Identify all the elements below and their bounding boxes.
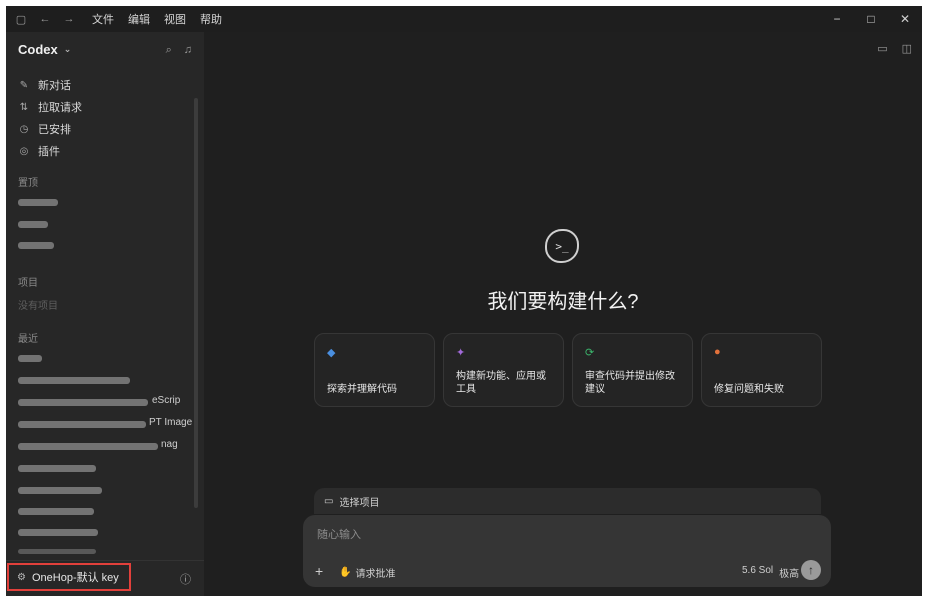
sidebar-item-label: 已安排 — [38, 124, 71, 136]
menu-file[interactable]: 文件 — [92, 11, 114, 27]
help-icon[interactable]: ⓘ — [180, 571, 191, 587]
sidebar-footer: ⚙ OneHop-默认 key ⓘ — [6, 560, 204, 596]
title-bar: ▢ ← → 文件 编辑 视图 帮助 − □ ✕ — [6, 6, 922, 32]
reasoning-effort: 极高 — [779, 569, 800, 580]
arrow-up-icon: ↑ — [808, 563, 814, 577]
section-label-recent: 最近 — [18, 334, 38, 345]
recent-item-trailing-text: nag — [161, 439, 178, 450]
recent-item-redacted[interactable] — [18, 549, 96, 554]
sidebar-item-label: 新对话 — [38, 80, 71, 92]
approval-mode-button[interactable]: ✋ 请求批准 — [339, 565, 395, 580]
section-label-projects: 项目 — [18, 278, 38, 289]
approval-mode-label: 请求批准 — [355, 569, 396, 580]
model-selector[interactable]: 5.6 Sol 极高 — [742, 565, 799, 580]
codex-logo-icon: >_ — [545, 229, 579, 263]
suggestion-card-fix[interactable]: ● 修复问题和失败 — [701, 333, 822, 407]
plugin-icon: ◎ — [19, 145, 29, 157]
recent-item-redacted[interactable] — [18, 421, 146, 428]
chevron-down-icon: ⌄ — [63, 44, 72, 54]
pinned-item-redacted[interactable] — [18, 221, 48, 228]
pinned-item-redacted[interactable] — [18, 242, 54, 249]
prompt-input[interactable] — [315, 525, 799, 545]
review-icon: ⟳ — [585, 347, 595, 359]
sidebar-scrollbar[interactable] — [194, 98, 198, 508]
recent-item-redacted[interactable] — [18, 355, 42, 362]
bug-icon: ● — [714, 346, 721, 358]
project-selector-label: 选择项目 — [339, 497, 380, 509]
recent-item-trailing-text: eScrip — [152, 395, 181, 406]
add-attachment-icon[interactable]: + — [315, 563, 323, 579]
gear-icon: ⚙ — [17, 571, 26, 583]
projects-empty-text: 没有项目 — [18, 301, 58, 312]
recent-item-redacted[interactable] — [18, 377, 130, 384]
menu-view[interactable]: 视图 — [164, 11, 186, 27]
project-selector[interactable]: ▭ 选择项目 — [314, 488, 821, 514]
clock-icon: ◷ — [19, 123, 29, 135]
suggestion-card-label: 探索并理解代码 — [327, 384, 397, 395]
model-name: 5.6 Sol — [742, 565, 774, 576]
suggestion-card-review[interactable]: ⟳ 审查代码并提出修改建议 — [572, 333, 693, 407]
app-switcher[interactable]: Codex ⌄ — [18, 42, 71, 57]
suggestion-card-explore[interactable]: ◆ 探索并理解代码 — [314, 333, 435, 407]
suggestion-card-label: 修复问题和失败 — [714, 384, 784, 395]
account-button[interactable]: ⚙ OneHop-默认 key — [7, 563, 131, 591]
composer: + ✋ 请求批准 5.6 Sol 极高 ↑ — [303, 515, 831, 587]
build-icon: ✦ — [456, 347, 466, 359]
notification-bell-icon[interactable]: ♫ — [184, 44, 192, 57]
recent-item-redacted[interactable] — [18, 529, 98, 536]
suggestion-card-build[interactable]: ✦ 构建新功能、应用或工具 — [443, 333, 564, 407]
edit-icon: ✎ — [19, 79, 29, 91]
recent-item-trailing-text: PT Image — [149, 417, 193, 428]
forward-arrow-icon[interactable]: → — [62, 12, 76, 26]
terminal-icon[interactable]: ▭ — [877, 42, 887, 55]
maximize-button[interactable]: □ — [854, 6, 888, 32]
sidebar-toggle-icon[interactable]: ▢ — [14, 12, 28, 26]
menu-bar: 文件 编辑 视图 帮助 — [92, 11, 222, 27]
recent-item-redacted[interactable] — [18, 487, 102, 494]
recent-item-redacted[interactable] — [18, 465, 96, 472]
page-title: 我们要构建什么? — [487, 291, 639, 313]
minimize-button[interactable]: − — [820, 6, 854, 32]
sidebar-item-pull-requests[interactable]: ⇅ 拉取请求 — [18, 96, 82, 118]
sidebar-item-new-chat[interactable]: ✎ 新对话 — [18, 74, 82, 96]
menu-help[interactable]: 帮助 — [200, 11, 222, 27]
back-arrow-icon[interactable]: ← — [38, 12, 52, 26]
sidebar: Codex ⌄ ⌕ ♫ ✎ 新对话 ⇅ 拉取请求 ◷ 已安排 ◎ 插件 置顶 项… — [6, 32, 204, 596]
menu-edit[interactable]: 编辑 — [128, 11, 150, 27]
recent-item-redacted[interactable] — [18, 399, 148, 406]
recent-item-redacted[interactable] — [18, 508, 94, 515]
pinned-item-redacted[interactable] — [18, 199, 58, 206]
sidebar-item-label: 拉取请求 — [38, 102, 82, 114]
panel-toggle-icon[interactable]: ◫ — [902, 42, 912, 55]
sidebar-item-scheduled[interactable]: ◷ 已安排 — [18, 118, 82, 140]
suggestion-card-label: 构建新功能、应用或工具 — [456, 371, 546, 395]
close-button[interactable]: ✕ — [888, 6, 922, 32]
recent-item-redacted[interactable] — [18, 443, 158, 450]
app-window: ▢ ← → 文件 编辑 视图 帮助 − □ ✕ Codex ⌄ ⌕ ♫ ✎ 新对… — [6, 6, 922, 596]
search-icon[interactable]: ⌕ — [166, 44, 172, 57]
main-panel: ▭ ◫ >_ 我们要构建什么? ◆ 探索并理解代码 ✦ 构建新功能、应用或工具 … — [204, 32, 922, 596]
sidebar-item-plugins[interactable]: ◎ 插件 — [18, 140, 82, 162]
account-label: OneHop-默认 key — [31, 572, 119, 584]
suggestion-card-label: 审查代码并提出修改建议 — [585, 371, 675, 395]
folder-icon: ▭ — [324, 495, 334, 507]
hand-icon: ✋ — [339, 567, 352, 578]
pull-request-icon: ⇅ — [19, 101, 29, 113]
suggestion-cards: ◆ 探索并理解代码 ✦ 构建新功能、应用或工具 ⟳ 审查代码并提出修改建议 ● … — [314, 333, 822, 407]
sidebar-item-label: 插件 — [38, 146, 60, 158]
section-label-pinned: 置顶 — [18, 178, 38, 189]
send-button[interactable]: ↑ — [801, 560, 821, 580]
sidebar-nav: ✎ 新对话 ⇅ 拉取请求 ◷ 已安排 ◎ 插件 — [18, 74, 82, 162]
app-name: Codex — [18, 42, 58, 57]
explore-icon: ◆ — [327, 347, 336, 359]
